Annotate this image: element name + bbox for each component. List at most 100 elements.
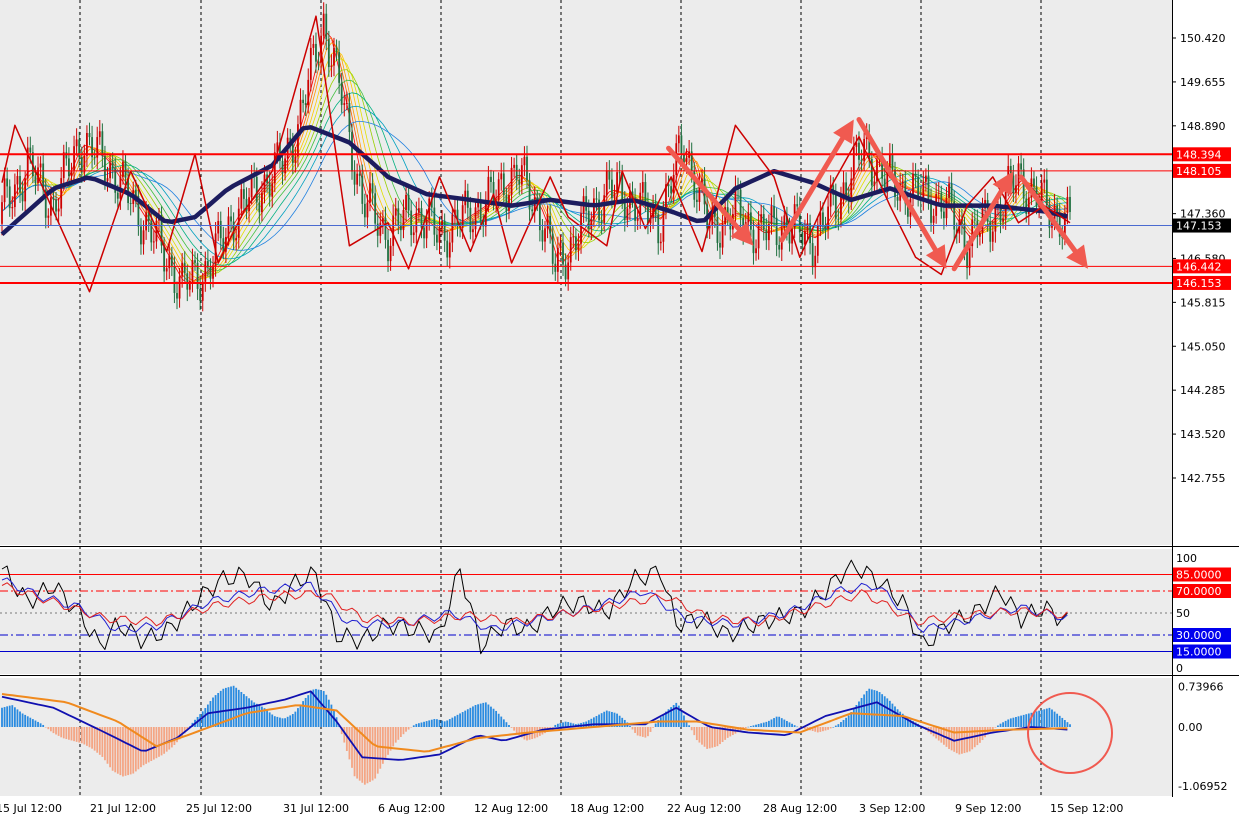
candle-body (111, 162, 114, 169)
candle-body (16, 176, 19, 185)
macd-histogram-bar (425, 721, 428, 727)
candle-body (544, 228, 546, 242)
macd-histogram-bar (454, 716, 456, 727)
macd-histogram-bar (966, 727, 968, 753)
candle-body (176, 292, 178, 299)
candle-body (410, 210, 413, 236)
candle-body (325, 13, 328, 40)
macd-histogram-bar (693, 727, 696, 736)
candle-body (966, 251, 968, 269)
macd-histogram-bar (402, 727, 405, 735)
candle-body (927, 175, 930, 200)
candle-body (351, 132, 353, 172)
macd-histogram-bar (80, 727, 83, 744)
macd-histogram-bar (62, 727, 65, 739)
macd-histogram-bar (430, 719, 433, 727)
candle-body (302, 99, 304, 104)
candle-body (662, 210, 665, 242)
macd-histogram-bar (31, 719, 34, 727)
candle-body (595, 198, 598, 200)
candle-body (443, 220, 446, 241)
candle-body (19, 176, 21, 193)
macd-histogram-bar (353, 727, 356, 777)
macd-histogram-bar (883, 696, 886, 727)
macd-histogram-bar (255, 703, 258, 727)
macd-histogram-bar (461, 712, 464, 727)
macd-histogram-bar (258, 705, 261, 727)
macd-histogram-bar (155, 727, 158, 759)
time-axis-label: 22 Aug 12:00 (667, 802, 741, 815)
macd-histogram-bar (495, 710, 498, 727)
macd-histogram-bar (713, 727, 716, 747)
candle-body (294, 156, 297, 164)
chart-canvas[interactable]: 150.420149.655148.890147.360146.580145.8… (0, 0, 1239, 815)
macd-histogram-bar (1069, 724, 1071, 727)
price-tick-label: 142.755 (1180, 472, 1226, 485)
macd-histogram-bar (824, 727, 827, 731)
candle-body (567, 262, 570, 280)
macd-histogram-bar (13, 707, 16, 727)
macd-histogram-bar (140, 727, 142, 768)
macd-histogram-bar (6, 706, 9, 727)
candle-body (384, 217, 387, 240)
macd-histogram-bar (487, 704, 490, 727)
macd-histogram-bar (464, 710, 467, 727)
time-axis-label: 31 Jul 12:00 (283, 802, 349, 815)
candle-body (510, 167, 513, 195)
macd-histogram-bar (243, 694, 245, 727)
macd-histogram-bar (124, 727, 127, 776)
candle-body (685, 157, 688, 163)
macd-histogram-bar (170, 727, 173, 748)
candle-body (556, 247, 559, 272)
macd-histogram-bar (842, 719, 845, 727)
macd-histogram-bar (1035, 711, 1038, 727)
macd-histogram-bar (1066, 722, 1069, 727)
candle-body (852, 146, 855, 179)
candle-body (394, 208, 397, 216)
candle-body (979, 232, 981, 237)
candle-body (924, 175, 927, 182)
candle-body (515, 164, 518, 180)
candle-body (822, 212, 824, 226)
macd-histogram-bar (690, 727, 693, 731)
candle-body (762, 214, 765, 230)
candle-body (11, 207, 14, 209)
candle-body (217, 220, 220, 234)
candle-body (768, 224, 770, 241)
macd-histogram-bar (631, 727, 634, 730)
candle-body (914, 173, 917, 177)
candle-body (309, 47, 312, 80)
macd-histogram-bar (1045, 708, 1048, 727)
candle-body (142, 230, 145, 245)
macd-histogram-bar (963, 727, 966, 754)
candle-body (716, 216, 719, 243)
macd-histogram-bar (886, 698, 889, 727)
candle-body (6, 178, 9, 187)
macd-histogram-bar (91, 727, 93, 749)
candle-body (219, 220, 222, 239)
candle-body (173, 266, 176, 293)
candle-body (1069, 196, 1071, 213)
macd-histogram-bar (711, 727, 714, 748)
candle-body (840, 194, 842, 220)
macd-histogram-bar (559, 723, 562, 727)
macd-histogram-bar (634, 727, 636, 733)
macd-histogram-bar (78, 727, 81, 743)
candle-body (420, 208, 423, 228)
candle-body (397, 208, 400, 225)
candle-body (361, 175, 364, 204)
macd-histogram-bar (343, 727, 346, 743)
candle-body (68, 158, 70, 177)
macd-histogram-bar (348, 727, 351, 760)
candle-body (477, 202, 479, 208)
macd-histogram-bar (75, 727, 78, 742)
macd-histogram-bar (446, 720, 449, 727)
candle-body (106, 178, 109, 181)
macd-histogram-bar (423, 721, 425, 727)
macd-histogram-bar (757, 723, 760, 727)
macd-histogram-bar (997, 725, 999, 727)
candle-body (1045, 179, 1048, 206)
candle-body (811, 243, 814, 268)
macd-histogram-bar (163, 727, 166, 754)
price-tick-label: 145.815 (1180, 296, 1226, 309)
